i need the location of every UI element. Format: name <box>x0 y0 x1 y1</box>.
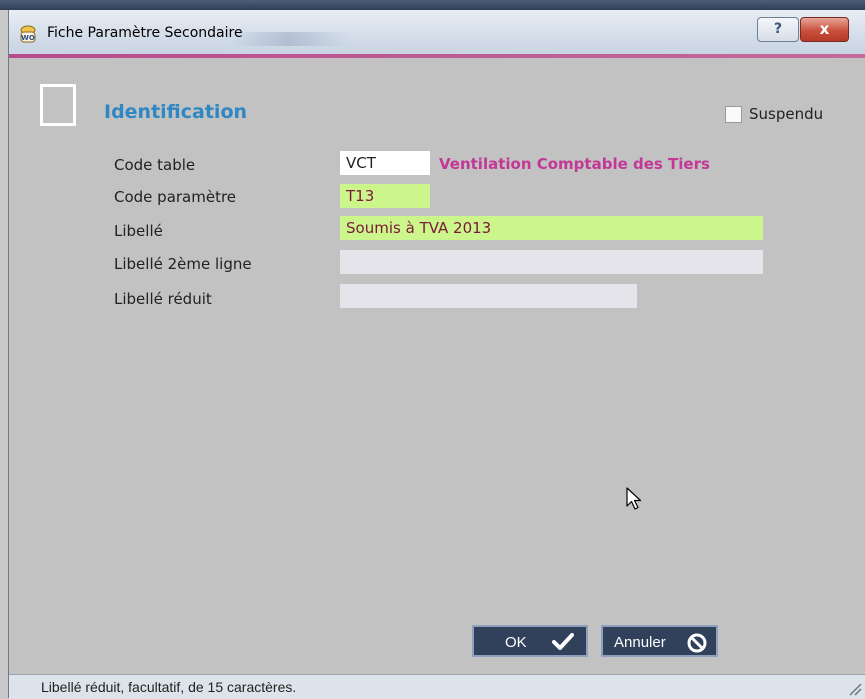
libelle-reduit-label: Libellé réduit <box>114 290 212 308</box>
svg-text:WO: WO <box>21 34 35 42</box>
resize-grip-icon[interactable] <box>848 682 862 696</box>
libelle-2-label: Libellé 2ème ligne <box>114 255 252 273</box>
dialog-window: WO Fiche Paramètre Secondaire ? x Identi… <box>8 10 865 699</box>
suspendu-label: Suspendu <box>749 105 824 123</box>
close-button[interactable]: x <box>800 17 849 42</box>
window-title: Fiche Paramètre Secondaire <box>47 25 243 41</box>
status-bar: Libellé réduit, facultatif, de 15 caract… <box>9 674 865 699</box>
form-area: Identification Suspendu Code table VCT V… <box>9 58 865 674</box>
cancel-button[interactable]: Annuler <box>601 625 718 657</box>
code-parametre-label: Code paramètre <box>114 188 237 206</box>
code-table-label: Code table <box>114 156 196 174</box>
record-icon <box>40 84 76 126</box>
title-bar[interactable]: WO Fiche Paramètre Secondaire ? x <box>9 10 865 55</box>
ok-label: OK <box>505 634 527 651</box>
libelle-label: Libellé <box>114 222 163 240</box>
status-text: Libellé réduit, facultatif, de 15 caract… <box>41 679 297 695</box>
suspendu-checkbox[interactable] <box>725 106 742 123</box>
mouse-cursor-icon <box>626 487 642 510</box>
section-title: Identification <box>104 101 248 123</box>
parent-window-strip <box>0 0 865 10</box>
help-icon: ? <box>773 21 783 37</box>
code-parametre-field[interactable]: T13 <box>340 184 430 208</box>
app-icon: WO <box>20 25 36 43</box>
help-button[interactable]: ? <box>757 17 799 42</box>
ok-button[interactable]: OK <box>472 625 588 657</box>
libelle-2-field[interactable] <box>340 250 763 274</box>
no-entry-icon <box>687 633 707 653</box>
title-bar-shade <box>229 32 349 46</box>
code-table-field[interactable]: VCT <box>340 151 430 175</box>
checkmark-icon <box>552 633 574 650</box>
close-icon: x <box>819 20 830 38</box>
code-table-description: Ventilation Comptable des Tiers <box>439 155 710 173</box>
libelle-reduit-field[interactable] <box>340 284 637 308</box>
cancel-label: Annuler <box>614 634 666 651</box>
libelle-field[interactable]: Soumis à TVA 2013 <box>340 216 763 240</box>
